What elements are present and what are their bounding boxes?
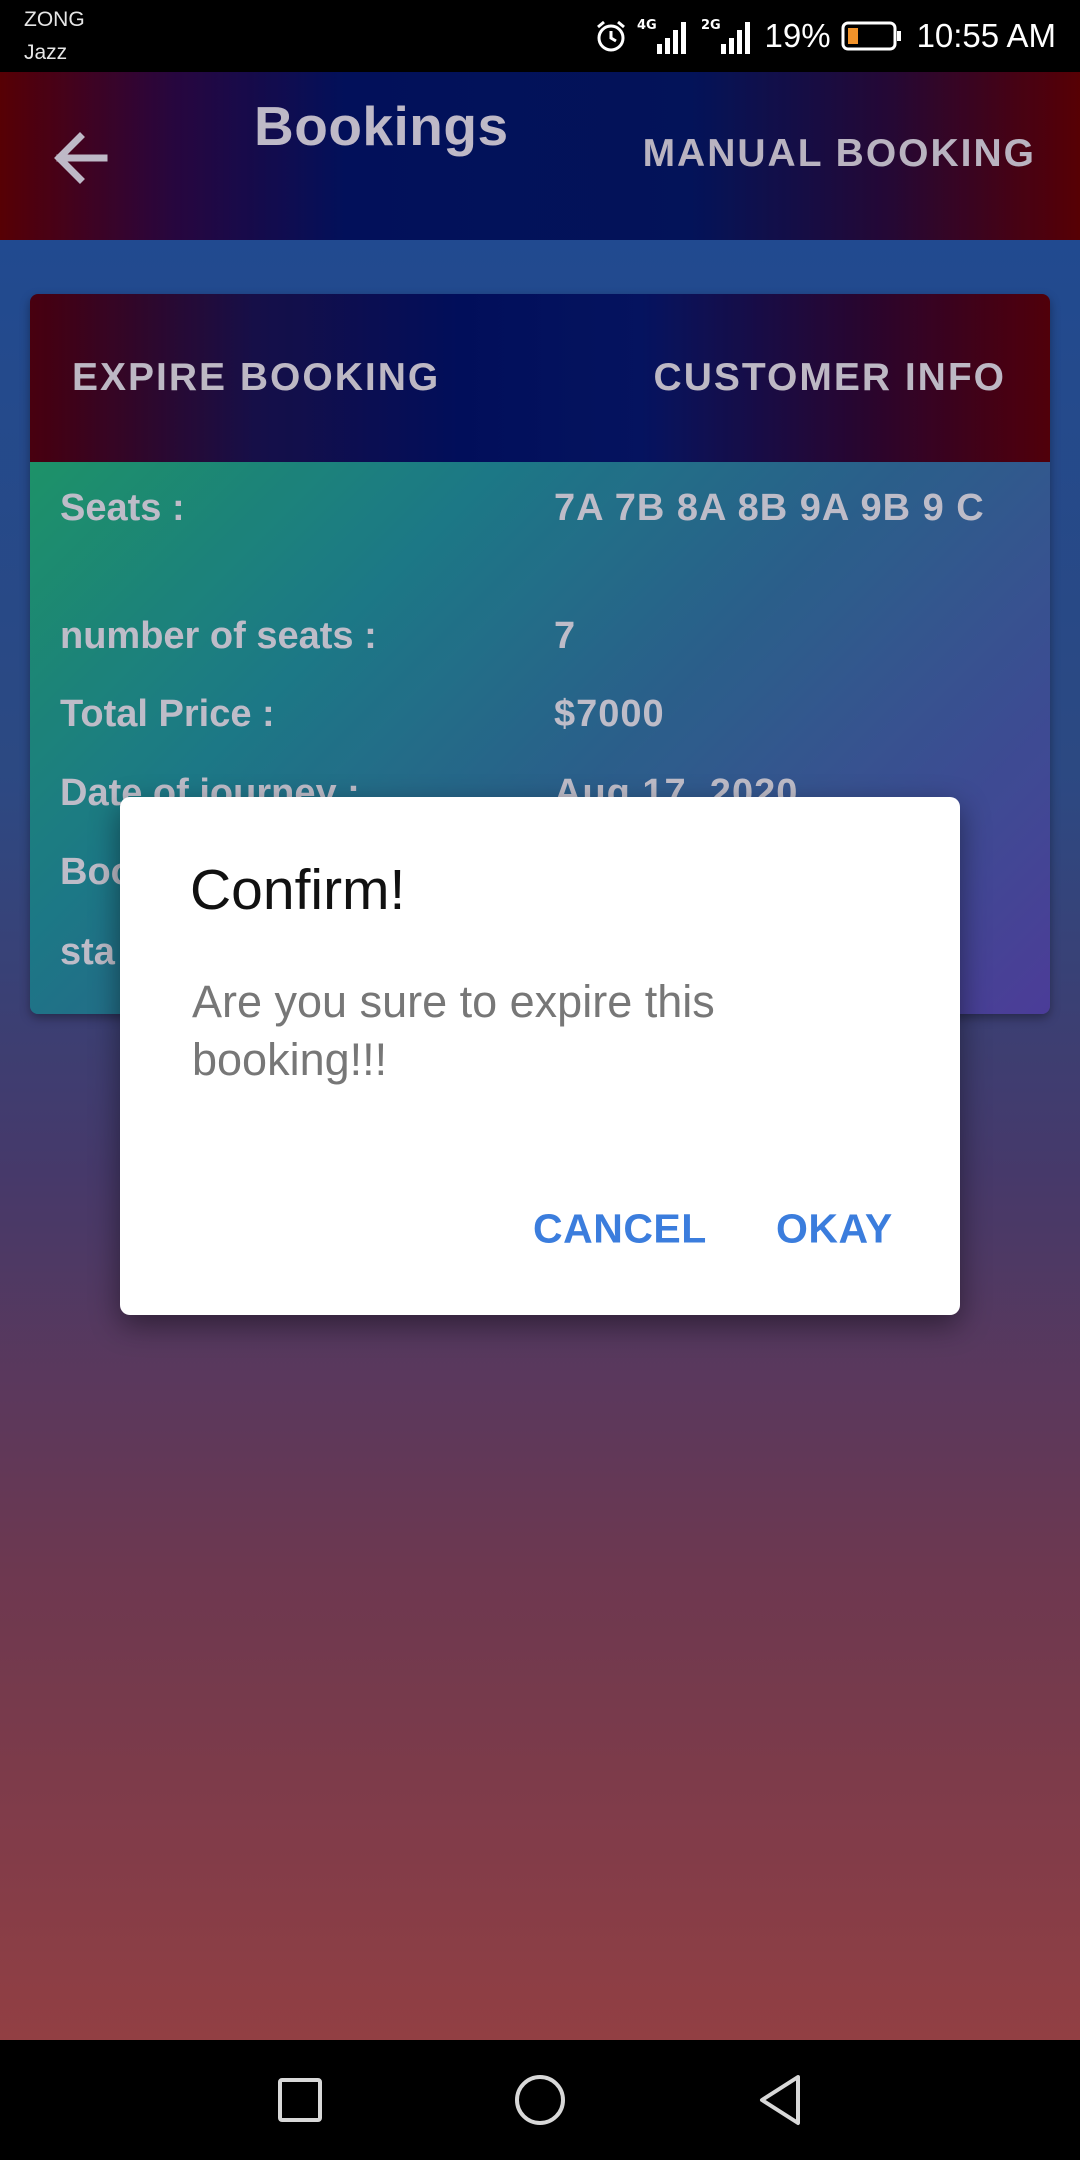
system-nav-bar	[0, 2040, 1080, 2160]
status-icons: 4G 2G 19% 10:55 AM	[593, 14, 1056, 58]
signal-2g-icon: 2G	[701, 18, 750, 54]
clock: 10:55 AM	[916, 17, 1056, 54]
battery-icon	[841, 21, 901, 51]
dialog-title: Confirm!	[190, 858, 406, 922]
network-1-label: 4G	[637, 18, 657, 33]
battery-percent: 19%	[764, 17, 831, 54]
recents-square-icon	[278, 2078, 322, 2122]
network-2-label: 2G	[701, 18, 721, 33]
confirm-dialog: Confirm! Are you sure to expire this boo…	[120, 797, 960, 1315]
back-triangle-icon	[760, 2075, 800, 2125]
signal-4g-icon: 4G	[637, 18, 686, 54]
home-circle-icon	[515, 2075, 565, 2125]
okay-button[interactable]: OKAY	[776, 1206, 893, 1253]
dialog-message: Are you sure to expire this booking!!!	[192, 976, 715, 1085]
status-bar: ZONG Jazz 4G 2G 19% 10:55 AM	[0, 0, 1080, 72]
carrier-primary: ZONG	[24, 8, 85, 31]
home-button[interactable]	[496, 2056, 584, 2144]
recents-button[interactable]	[256, 2056, 344, 2144]
carrier-secondary: Jazz	[24, 41, 68, 64]
alarm-icon	[596, 20, 625, 52]
cancel-button[interactable]: CANCEL	[533, 1206, 707, 1253]
nav-back-button[interactable]	[736, 2056, 824, 2144]
